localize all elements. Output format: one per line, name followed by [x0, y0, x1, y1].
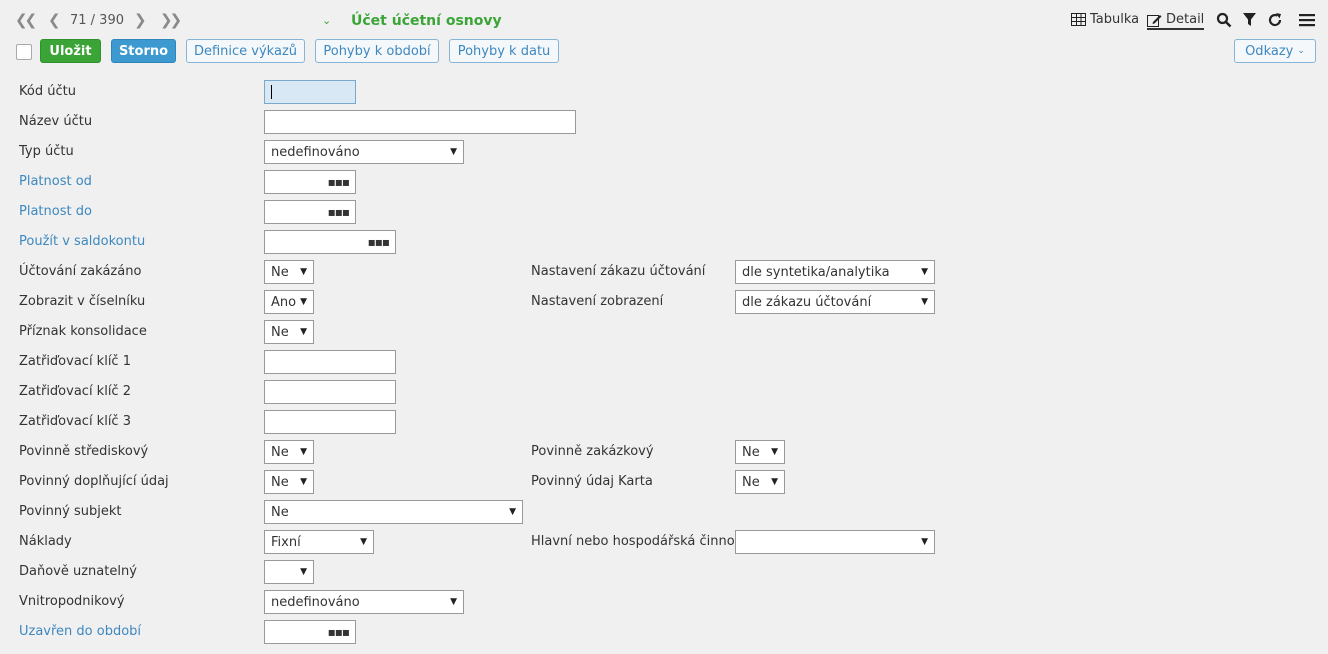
label-vnitropodnikovy: Vnitropodnikový [19, 594, 125, 609]
danove-uznatelny-select[interactable]: ▼ [264, 560, 314, 584]
search-icon[interactable] [1216, 12, 1232, 28]
moves-by-period-button[interactable]: Pohyby k období [315, 39, 439, 63]
label-zobrazit-ciselnik: Zobrazit v číselníku [19, 294, 146, 309]
label-saldokonto[interactable]: Použít v saldokontu [19, 234, 145, 250]
typ-uctu-select[interactable]: nedefinováno ▼ [264, 140, 464, 164]
table-icon [1071, 13, 1086, 26]
label-klic2: Zatřiďovací klíč 2 [19, 384, 131, 399]
more-icon[interactable]: ▪▪▪ [328, 176, 350, 188]
dropdown-arrow-icon: ▼ [360, 537, 367, 547]
platnost-od-input[interactable]: ▪▪▪ [264, 170, 356, 194]
label-nastaveni-zakazu: Nastavení zákazu účtování [531, 264, 706, 279]
dropdown-arrow-icon: ▼ [300, 327, 307, 337]
chevron-down-icon[interactable]: ⌄ [322, 14, 331, 27]
dropdown-arrow-icon: ▼ [300, 477, 307, 487]
edit-icon [1147, 14, 1162, 27]
dropdown-arrow-icon: ▼ [300, 447, 307, 457]
tab-table-label: Tabulka [1090, 12, 1140, 27]
dropdown-arrow-icon: ▼ [450, 597, 457, 607]
menu-icon[interactable] [1299, 13, 1315, 27]
label-povinny-subjekt: Povinný subjekt [19, 504, 122, 519]
povinne-strediskovy-select[interactable]: Ne ▼ [264, 440, 314, 464]
povinny-doplnujici-select[interactable]: Ne ▼ [264, 470, 314, 494]
previous-record-icon[interactable]: ❮ [48, 11, 60, 29]
label-naklady: Náklady [19, 534, 72, 549]
record-counter: 71 / 390 [70, 13, 124, 28]
vnitropodnikovy-select[interactable]: nedefinováno ▼ [264, 590, 464, 614]
dropdown-arrow-icon: ▼ [509, 507, 516, 517]
more-icon[interactable]: ▪▪▪ [368, 236, 390, 248]
label-danove-uznatelny: Daňově uznatelný [19, 564, 137, 579]
first-record-icon[interactable]: ❮❮ [15, 11, 37, 29]
dropdown-arrow-icon: ▼ [300, 567, 307, 577]
dropdown-arrow-icon: ▼ [300, 297, 307, 307]
next-record-icon[interactable]: ❯ [134, 11, 146, 29]
dropdown-arrow-icon: ▼ [771, 447, 778, 457]
last-record-icon[interactable]: ❯❯ [160, 11, 182, 29]
label-kod-uctu: Kód účtu [19, 84, 76, 99]
more-icon[interactable]: ▪▪▪ [328, 206, 350, 218]
tab-detail-label: Detail [1166, 12, 1205, 27]
label-platnost-od[interactable]: Platnost od [19, 174, 92, 190]
moves-by-date-button[interactable]: Pohyby k datu [449, 39, 559, 63]
dropdown-arrow-icon: ▼ [921, 297, 928, 307]
klic1-input[interactable] [264, 350, 396, 374]
report-definition-button[interactable]: Definice výkazů [186, 39, 305, 63]
filter-icon[interactable] [1242, 12, 1257, 28]
povinny-subjekt-select[interactable]: Ne ▼ [264, 500, 523, 524]
label-typ-uctu: Typ účtu [19, 144, 74, 159]
links-label: Odkazy [1245, 43, 1294, 59]
nastaveni-zakazu-select[interactable]: dle syntetika/analytika ▼ [735, 260, 935, 284]
dropdown-arrow-icon: ▼ [450, 147, 457, 157]
label-hlavni-cinnost: Hlavní nebo hospodářská činnost [531, 534, 747, 549]
tab-detail[interactable]: Detail [1147, 12, 1205, 30]
label-nastaveni-zobrazeni: Nastavení zobrazení [531, 294, 664, 309]
nastaveni-zobrazeni-select[interactable]: dle zákazu účtování ▼ [735, 290, 935, 314]
label-platnost-do[interactable]: Platnost do [19, 204, 92, 220]
saldokonto-input[interactable]: ▪▪▪ [264, 230, 396, 254]
naklady-select[interactable]: Fixní ▼ [264, 530, 374, 554]
label-povinny-karta: Povinný údaj Karta [531, 474, 653, 489]
label-povinne-zakazkovy: Povinně zakázkový [531, 444, 654, 459]
label-klic3: Zatřiďovací klíč 3 [19, 414, 131, 429]
label-uctovani-zakazano: Účtování zakázáno [19, 264, 142, 279]
links-button[interactable]: Odkazy ⌄ [1234, 39, 1316, 63]
uzavren-do-input[interactable]: ▪▪▪ [264, 620, 356, 644]
label-uzavren-do[interactable]: Uzavřen do období [19, 624, 141, 640]
klic2-input[interactable] [264, 380, 396, 404]
label-nazev-uctu: Název účtu [19, 114, 93, 129]
povinne-zakazkovy-select[interactable]: Ne ▼ [735, 440, 785, 464]
tab-table[interactable]: Tabulka [1071, 12, 1139, 27]
nazev-uctu-input[interactable] [264, 110, 576, 134]
cancel-button[interactable]: Storno [111, 39, 176, 63]
label-priznak-konsolidace: Příznak konsolidace [19, 324, 147, 339]
dropdown-arrow-icon: ▼ [771, 477, 778, 487]
label-povinne-strediskovy: Povinně střediskový [19, 444, 149, 459]
zobrazit-ciselnik-select[interactable]: Ano ▼ [264, 290, 314, 314]
select-checkbox[interactable] [16, 44, 32, 60]
hlavni-cinnost-select[interactable]: ▼ [735, 530, 935, 554]
text-cursor [271, 85, 272, 99]
page-title: Účet účetní osnovy [351, 13, 502, 29]
kod-uctu-input[interactable] [264, 80, 356, 104]
priznak-konsolidace-select[interactable]: Ne ▼ [264, 320, 314, 344]
dropdown-arrow-icon: ▼ [921, 267, 928, 277]
uctovani-zakazano-select[interactable]: Ne ▼ [264, 260, 314, 284]
chevron-down-icon: ⌄ [1297, 46, 1305, 56]
label-klic1: Zatřiďovací klíč 1 [19, 354, 131, 369]
more-icon[interactable]: ▪▪▪ [328, 626, 350, 638]
platnost-do-input[interactable]: ▪▪▪ [264, 200, 356, 224]
klic3-input[interactable] [264, 410, 396, 434]
povinny-karta-select[interactable]: Ne ▼ [735, 470, 785, 494]
dropdown-arrow-icon: ▼ [300, 267, 307, 277]
label-povinny-doplnujici: Povinný doplňující údaj [19, 474, 169, 489]
refresh-icon[interactable] [1267, 12, 1283, 28]
dropdown-arrow-icon: ▼ [921, 537, 928, 547]
save-button[interactable]: Uložit [40, 39, 101, 63]
